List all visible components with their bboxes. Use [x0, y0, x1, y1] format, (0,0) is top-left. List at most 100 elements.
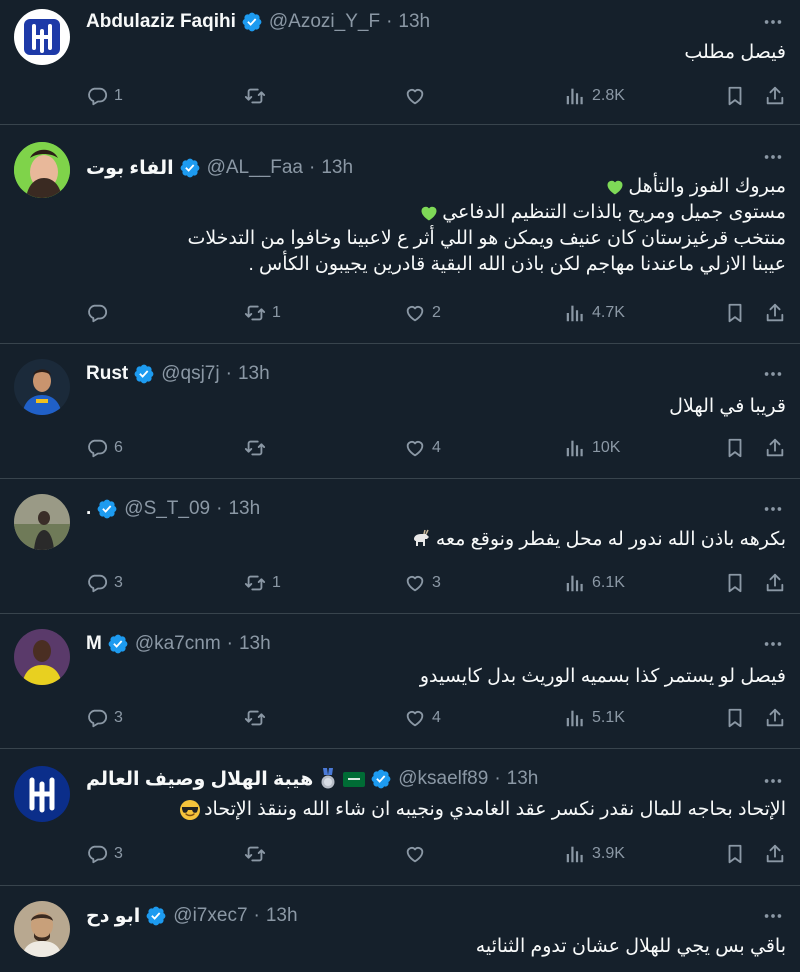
- saudi-flag-icon: [343, 771, 366, 787]
- like-button[interactable]: [404, 82, 432, 110]
- more-icon[interactable]: [760, 12, 786, 32]
- tweet-actions: 1 2 4.7K: [86, 299, 788, 327]
- share-button[interactable]: [764, 434, 786, 462]
- handle[interactable]: @ka7cnm: [135, 633, 221, 655]
- reply-button[interactable]: 3: [86, 569, 123, 597]
- share-icon: [764, 437, 786, 459]
- bookmark-button[interactable]: [724, 82, 746, 110]
- retweet-icon: [244, 707, 266, 729]
- share-button[interactable]: [764, 82, 786, 110]
- reply-button[interactable]: 1: [86, 82, 123, 110]
- avatar-image: [14, 359, 70, 415]
- more-icon[interactable]: [760, 906, 786, 926]
- verified-icon: [133, 363, 155, 385]
- retweet-icon: [244, 437, 266, 459]
- views-button[interactable]: 4.7K: [564, 299, 625, 327]
- more-icon[interactable]: [760, 499, 786, 519]
- like-button[interactable]: 3: [404, 569, 441, 597]
- reply-button[interactable]: 6: [86, 434, 123, 462]
- views-button[interactable]: 6.1K: [564, 569, 625, 597]
- handle[interactable]: @Azozi_Y_F: [269, 11, 380, 33]
- like-button[interactable]: 4: [404, 704, 441, 732]
- avatar[interactable]: [14, 494, 70, 550]
- timestamp[interactable]: 13h: [238, 363, 270, 385]
- share-button[interactable]: [764, 299, 786, 327]
- share-button[interactable]: [764, 704, 786, 732]
- tweet-item[interactable]: الفاء بوت @AL__Faa · 13h مبروك الفوز وال…: [0, 125, 800, 344]
- tweet-item[interactable]: Rust @qsj7j · 13h قريبا في الهلال 6 4 10…: [0, 344, 800, 479]
- handle[interactable]: @i7xec7: [173, 905, 247, 927]
- tweet-item[interactable]: . @S_T_09 · 13h بكرهه باذن الله ندور له …: [0, 479, 800, 614]
- display-name[interactable]: .: [86, 498, 91, 520]
- timestamp[interactable]: 13h: [266, 905, 298, 927]
- tweet-text: بكرهه باذن الله ندور له محل يفطر ونوقع م…: [86, 527, 786, 553]
- views-button[interactable]: 5.1K: [564, 704, 625, 732]
- display-name[interactable]: هيبة الهلال وصيف العالم: [86, 768, 313, 791]
- more-icon[interactable]: [760, 771, 786, 791]
- avatar[interactable]: [14, 766, 70, 822]
- views-button[interactable]: 2.8K: [564, 82, 625, 110]
- tweet-item[interactable]: هيبة الهلال وصيف العالم @ksaelf89 · 13h …: [0, 749, 800, 886]
- more-icon[interactable]: [760, 147, 786, 167]
- timestamp[interactable]: 13h: [228, 498, 260, 520]
- goat-icon: [413, 529, 429, 546]
- like-button[interactable]: 2: [404, 299, 441, 327]
- bookmark-button[interactable]: [724, 840, 746, 868]
- timestamp[interactable]: 13h: [507, 768, 539, 790]
- tweet-item[interactable]: ابو دح @i7xec7 · 13h باقي بس يجي للهلال …: [0, 886, 800, 972]
- retweet-button[interactable]: [244, 840, 272, 868]
- retweet-count: 1: [272, 574, 281, 591]
- avatar[interactable]: [14, 629, 70, 685]
- views-button[interactable]: 10K: [564, 434, 620, 462]
- avatar[interactable]: [14, 359, 70, 415]
- like-count: 4: [432, 709, 441, 726]
- tweet-item[interactable]: M @ka7cnm · 13h فيصل لو يستمر كذا بسميه …: [0, 614, 800, 749]
- more-icon[interactable]: [760, 634, 786, 654]
- avatar[interactable]: [14, 9, 70, 65]
- tweet-line: مبروك الفوز والتأهل: [86, 174, 786, 200]
- reply-button[interactable]: 3: [86, 840, 123, 868]
- handle[interactable]: @ksaelf89: [398, 768, 488, 790]
- like-button[interactable]: 4: [404, 434, 441, 462]
- handle[interactable]: @S_T_09: [124, 498, 210, 520]
- avatar[interactable]: [14, 142, 70, 198]
- views-icon: [564, 302, 586, 324]
- display-name[interactable]: M: [86, 633, 102, 655]
- tweet-header: M @ka7cnm · 13h: [86, 632, 271, 656]
- share-icon: [764, 707, 786, 729]
- retweet-button[interactable]: [244, 82, 272, 110]
- avatar-image: [14, 766, 70, 822]
- avatar-image: [14, 901, 70, 957]
- display-name[interactable]: Abdulaziz Faqihi: [86, 11, 236, 33]
- reply-button[interactable]: 3: [86, 704, 123, 732]
- share-button[interactable]: [764, 569, 786, 597]
- like-icon: [404, 707, 426, 729]
- display-name[interactable]: Rust: [86, 363, 128, 385]
- bookmark-button[interactable]: [724, 434, 746, 462]
- retweet-button[interactable]: 1: [244, 569, 281, 597]
- timestamp[interactable]: 13h: [398, 11, 430, 33]
- display-name[interactable]: ابو دح: [86, 905, 140, 928]
- reply-count: 3: [114, 574, 123, 591]
- share-button[interactable]: [764, 840, 786, 868]
- bookmark-button[interactable]: [724, 569, 746, 597]
- more-icon[interactable]: [760, 364, 786, 384]
- views-button[interactable]: 3.9K: [564, 840, 625, 868]
- share-icon: [764, 302, 786, 324]
- tweet-line: بكرهه باذن الله ندور له محل يفطر ونوقع م…: [86, 527, 786, 553]
- views-icon: [564, 707, 586, 729]
- reply-button[interactable]: [86, 299, 114, 327]
- bookmark-button[interactable]: [724, 704, 746, 732]
- retweet-button[interactable]: [244, 434, 272, 462]
- timestamp[interactable]: 13h: [239, 633, 271, 655]
- like-icon: [404, 302, 426, 324]
- like-button[interactable]: [404, 840, 432, 868]
- retweet-button[interactable]: 1: [244, 299, 281, 327]
- tweet-line-text: مستوى جميل ومريح بالذات التنظيم الدفاعي: [442, 202, 786, 223]
- bookmark-button[interactable]: [724, 299, 746, 327]
- avatar[interactable]: [14, 901, 70, 957]
- handle[interactable]: @qsj7j: [161, 363, 219, 385]
- retweet-button[interactable]: [244, 704, 272, 732]
- tweet-item[interactable]: Abdulaziz Faqihi @Azozi_Y_F · 13h فيصل م…: [0, 0, 800, 125]
- tweet-line: منتخب قرغيزستان كان عنيف ويمكن هو اللي أ…: [187, 228, 786, 249]
